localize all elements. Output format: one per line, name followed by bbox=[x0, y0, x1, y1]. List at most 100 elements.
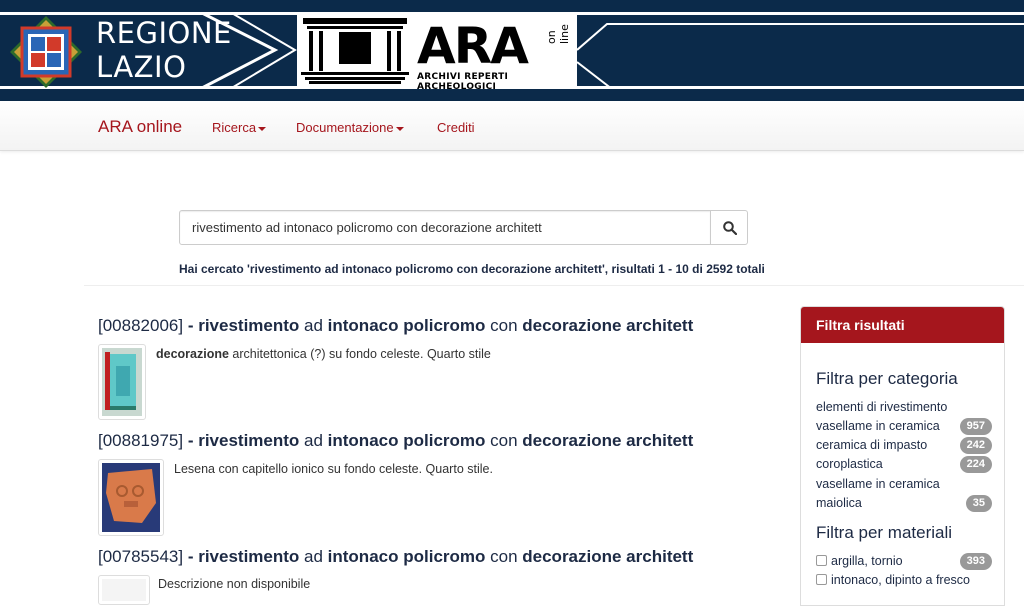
result-word: rivestimento bbox=[198, 547, 300, 566]
result-word: decorazione architett bbox=[522, 316, 694, 335]
result-item: [00785543] - rivestimento ad intonaco po… bbox=[98, 547, 778, 605]
filter-panel-title: Filtra risultati bbox=[801, 307, 1004, 343]
desc-text: architettonica (?) su fondo celeste. Qua… bbox=[228, 347, 491, 361]
count-badge: 35 bbox=[965, 495, 992, 512]
filter-panel: Filtra risultati Filtra per categoria el… bbox=[800, 306, 1005, 606]
result-code: [00785543] bbox=[98, 547, 184, 566]
result-text: con bbox=[485, 547, 523, 566]
site-banner: REGIONE LAZIO ARA on line ARCHIVI REPERT… bbox=[0, 0, 1024, 101]
result-sep: - bbox=[183, 316, 199, 335]
result-thumbnail[interactable] bbox=[98, 575, 150, 605]
banner-chevron-decoration bbox=[199, 12, 297, 89]
nav-crediti[interactable]: Crediti bbox=[437, 120, 475, 135]
result-text: ad bbox=[299, 431, 328, 450]
nav-brand[interactable]: ARA online bbox=[98, 117, 182, 137]
result-word: policromo bbox=[403, 431, 486, 450]
facet-material[interactable]: argilla, tornio 393 bbox=[816, 552, 992, 571]
ara-logo[interactable]: ARA on line ARCHIVI REPERTI ARCHEOLOGICI bbox=[297, 14, 577, 92]
result-text: con bbox=[485, 431, 523, 450]
checkbox[interactable] bbox=[816, 555, 827, 566]
summary-prefix: Hai cercato ' bbox=[179, 262, 250, 276]
checkbox[interactable] bbox=[816, 574, 827, 585]
result-item: [00881975] - rivestimento ad intonaco po… bbox=[98, 431, 778, 536]
fresco-fragment-image bbox=[102, 348, 142, 416]
result-word: rivestimento bbox=[198, 316, 300, 335]
region-seal-logo[interactable] bbox=[8, 14, 84, 90]
facet-category[interactable]: elementi di rivestimento bbox=[816, 398, 992, 417]
facet-label: intonaco, dipinto a fresco bbox=[831, 573, 970, 587]
result-word: rivestimento bbox=[198, 431, 300, 450]
facet-label: vasellame in ceramica bbox=[816, 477, 940, 491]
nav-documentazione-label: Documentazione bbox=[296, 120, 394, 135]
result-title-link[interactable]: [00785543] - rivestimento ad intonaco po… bbox=[98, 547, 693, 566]
facet-category[interactable]: maiolica 35 bbox=[816, 494, 992, 513]
result-code: [00881975] bbox=[98, 431, 184, 450]
desc-text: Lesena con capitello ionico su fondo cel… bbox=[174, 462, 493, 476]
facet-category[interactable]: ceramica di impasto 242 bbox=[816, 436, 992, 455]
desc-highlight: decorazione bbox=[156, 347, 229, 361]
search-icon bbox=[723, 221, 737, 235]
result-word: intonaco bbox=[327, 316, 399, 335]
main-navbar: ARA online Ricerca Documentazione Credit… bbox=[0, 101, 1024, 151]
summary-suffix: totali bbox=[732, 262, 765, 276]
count-badge: 224 bbox=[959, 456, 992, 473]
facet-category[interactable]: coroplastica 224 bbox=[816, 455, 992, 474]
search-summary: Hai cercato 'rivestimento ad intonaco po… bbox=[179, 262, 765, 276]
search-button[interactable] bbox=[710, 210, 748, 245]
facet-category[interactable]: vasellame in ceramica 957 bbox=[816, 417, 992, 436]
nav-ricerca-label: Ricerca bbox=[212, 120, 257, 135]
count-badge: 957 bbox=[959, 418, 992, 435]
nav-documentazione[interactable]: Documentazione bbox=[296, 120, 404, 135]
placeholder-image bbox=[102, 579, 146, 601]
divider bbox=[84, 285, 1024, 286]
ara-logo-online: on line bbox=[545, 24, 571, 44]
result-thumbnail[interactable] bbox=[98, 344, 146, 420]
result-item: [00882006] - rivestimento ad intonaco po… bbox=[98, 316, 778, 420]
result-word: intonaco bbox=[327, 547, 399, 566]
facet-label: elementi di rivestimento bbox=[816, 400, 948, 414]
nav-ricerca[interactable]: Ricerca bbox=[212, 120, 267, 135]
category-heading: Filtra per categoria bbox=[816, 369, 958, 388]
ara-logo-subtitle: ARCHIVI REPERTI ARCHEOLOGICI bbox=[417, 72, 509, 92]
facet-label: maiolica bbox=[816, 496, 862, 510]
result-text: con bbox=[485, 316, 523, 335]
terracotta-fragment-image bbox=[102, 463, 160, 532]
facet-label: coroplastica bbox=[816, 457, 883, 471]
count-badge: 393 bbox=[959, 553, 992, 570]
result-thumbnail[interactable] bbox=[98, 459, 164, 536]
ara-logo-text: ARA bbox=[417, 17, 529, 75]
result-word: decorazione architett bbox=[522, 547, 694, 566]
result-sep: - bbox=[183, 547, 199, 566]
facet-material[interactable]: intonaco, dipinto a fresco bbox=[816, 571, 992, 590]
banner-line-decoration bbox=[577, 23, 1024, 89]
result-code: [00882006] bbox=[98, 316, 184, 335]
summary-total: 2592 bbox=[706, 262, 733, 276]
facet-label: argilla, tornio bbox=[831, 554, 903, 568]
facet-category[interactable]: vasellame in ceramica bbox=[816, 475, 992, 494]
result-description: Lesena con capitello ionico su fondo cel… bbox=[174, 462, 493, 476]
result-title-link[interactable]: [00881975] - rivestimento ad intonaco po… bbox=[98, 431, 693, 450]
facet-label: ceramica di impasto bbox=[816, 438, 928, 452]
result-description: Descrizione non disponibile bbox=[158, 577, 310, 591]
search-bar bbox=[179, 210, 749, 245]
facet-label: vasellame in ceramica bbox=[816, 419, 940, 433]
result-word: intonaco bbox=[327, 431, 399, 450]
caret-down-icon bbox=[395, 126, 404, 131]
result-description: decorazione architettonica (?) su fondo … bbox=[156, 347, 491, 361]
museum-building-icon bbox=[301, 18, 409, 84]
summary-range: 1 - 10 bbox=[658, 262, 689, 276]
summary-di: di bbox=[688, 262, 707, 276]
result-text: ad bbox=[299, 316, 328, 335]
result-word: policromo bbox=[403, 547, 486, 566]
result-title-link[interactable]: [00882006] - rivestimento ad intonaco po… bbox=[98, 316, 693, 335]
material-heading: Filtra per materiali bbox=[816, 523, 953, 542]
result-word: policromo bbox=[403, 316, 486, 335]
summary-mid: ', risultati bbox=[601, 262, 659, 276]
result-word: decorazione architett bbox=[522, 431, 694, 450]
summary-query: rivestimento ad intonaco policromo con d… bbox=[249, 262, 602, 276]
count-badge: 242 bbox=[959, 437, 992, 454]
caret-down-icon bbox=[258, 126, 267, 131]
search-input[interactable] bbox=[179, 210, 711, 245]
desc-text: Descrizione non disponibile bbox=[158, 577, 311, 591]
result-text: ad bbox=[299, 547, 328, 566]
